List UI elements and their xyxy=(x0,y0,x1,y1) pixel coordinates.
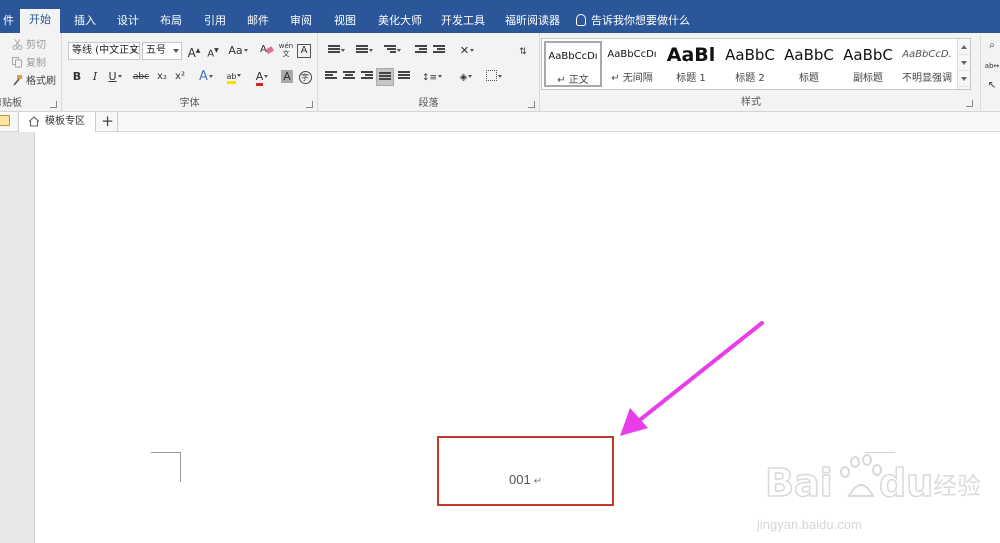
word-window: 件 开始 插入 设计 布局 引用 邮件 审阅 视图 美化大师 开发工具 福昕阅读… xyxy=(0,0,1000,543)
annotation-arrow xyxy=(620,321,764,436)
